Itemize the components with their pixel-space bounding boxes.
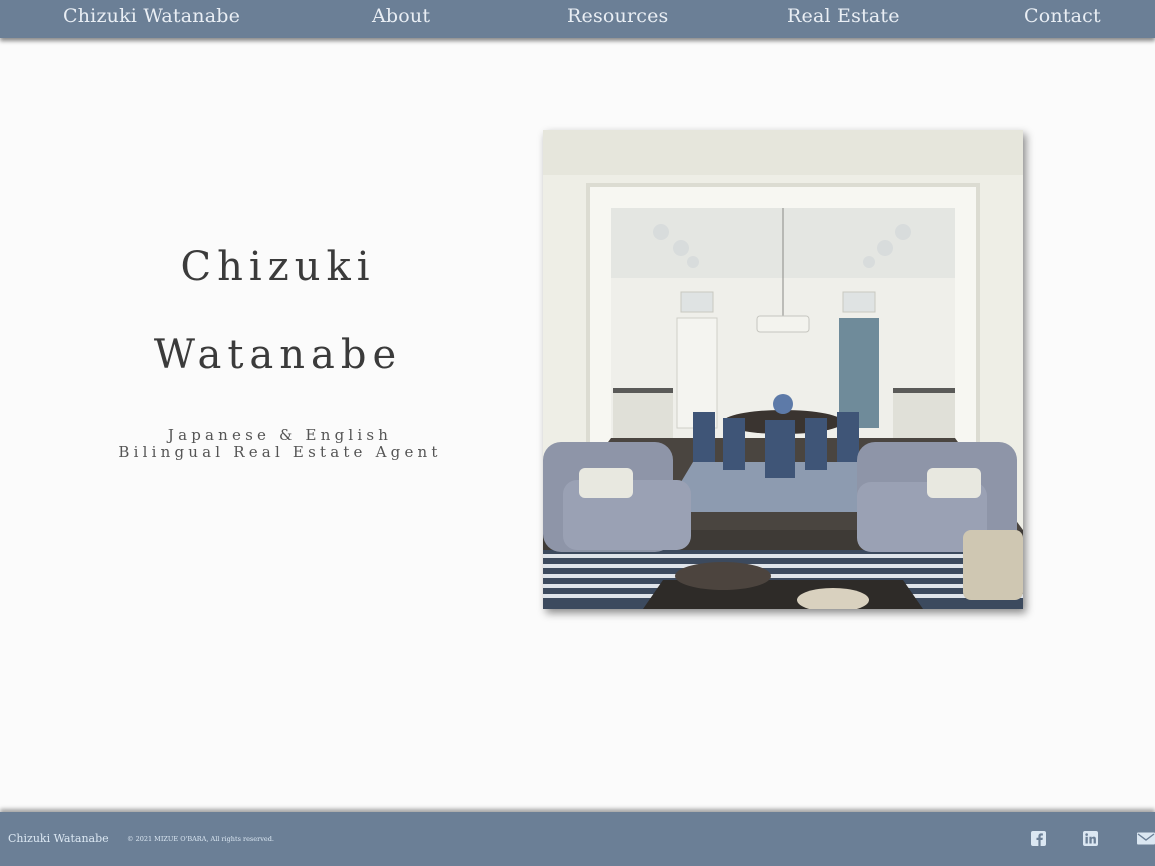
- hero-subtitle-languages: Japanese & English: [167, 426, 393, 444]
- hero-subtitle-role: Bilingual Real Estate Agent: [118, 443, 442, 461]
- hero-name-last: Watanabe: [153, 332, 403, 378]
- nav-contact-link[interactable]: Contact: [1024, 5, 1101, 27]
- hero-name-first: Chizuki: [180, 244, 376, 290]
- nav-resources-link[interactable]: Resources: [567, 5, 669, 27]
- nav-about-link[interactable]: About: [372, 5, 430, 27]
- site-footer: Chizuki Watanabe © 2021 MIZUE O'BARA, Al…: [0, 812, 1155, 866]
- nav-brand-link[interactable]: Chizuki Watanabe: [63, 5, 240, 27]
- footer-brand-link[interactable]: Chizuki Watanabe: [8, 832, 109, 845]
- linkedin-icon[interactable]: [1083, 831, 1098, 846]
- nav-real-estate-link[interactable]: Real Estate: [787, 5, 900, 27]
- footer-copyright: © 2021 MIZUE O'BARA, All rights reserved…: [127, 835, 274, 843]
- hero-interior-photo: [543, 130, 1023, 609]
- top-navigation: Chizuki Watanabe About Resources Real Es…: [0, 0, 1155, 38]
- mail-icon[interactable]: [1137, 831, 1155, 846]
- facebook-icon[interactable]: [1031, 831, 1046, 846]
